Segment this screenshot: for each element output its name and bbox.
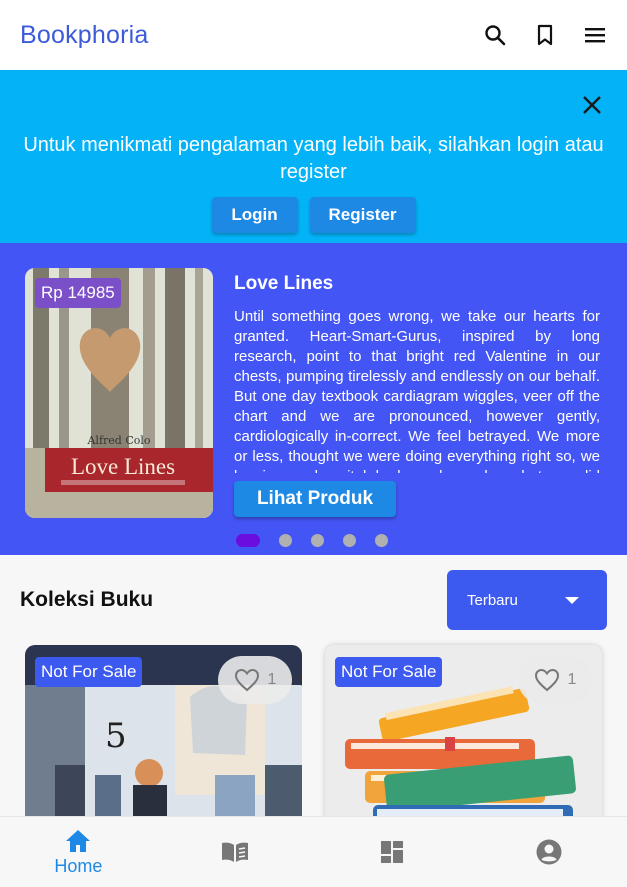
chevron-down-icon bbox=[565, 597, 579, 604]
book-open-icon bbox=[222, 842, 249, 862]
auth-buttons: Login Register bbox=[0, 197, 627, 233]
featured-book-description: Until something goes wrong, we take our … bbox=[234, 308, 600, 473]
sort-dropdown[interactable]: Terbaru bbox=[447, 570, 607, 630]
nav-books[interactable] bbox=[157, 817, 314, 887]
brand-logo[interactable]: Bookphoria bbox=[20, 21, 148, 50]
book-card[interactable]: 5 アベツカサ Not For Sale 1 bbox=[25, 645, 302, 845]
featured-book-title: Love Lines bbox=[234, 273, 334, 294]
book-card[interactable]: Not For Sale 1 bbox=[325, 645, 602, 845]
nav-account[interactable] bbox=[470, 817, 627, 887]
close-icon[interactable] bbox=[581, 94, 603, 116]
carousel-dots bbox=[236, 534, 388, 547]
cover-title: Love Lines bbox=[71, 454, 175, 479]
not-for-sale-badge: Not For Sale bbox=[35, 657, 143, 687]
heart-icon bbox=[234, 668, 259, 692]
app-header: Bookphoria bbox=[0, 0, 627, 70]
sort-value: Terbaru bbox=[467, 591, 518, 609]
login-banner: Untuk menikmati pengalaman yang lebih ba… bbox=[0, 70, 627, 243]
nav-home[interactable]: Home bbox=[0, 817, 157, 887]
account-icon bbox=[536, 839, 562, 865]
carousel-dot-5[interactable] bbox=[375, 534, 388, 547]
login-button[interactable]: Login bbox=[211, 197, 298, 233]
nav-home-label: Home bbox=[54, 855, 103, 876]
view-product-button[interactable]: Lihat Produk bbox=[234, 481, 396, 517]
menu-icon[interactable] bbox=[583, 23, 607, 47]
home-icon bbox=[66, 829, 91, 852]
carousel-dot-3[interactable] bbox=[311, 534, 324, 547]
login-prompt-text: Untuk menikmati pengalaman yang lebih ba… bbox=[23, 134, 604, 183]
price-badge: Rp 14985 bbox=[35, 278, 121, 308]
like-button[interactable]: 1 bbox=[518, 656, 592, 704]
carousel-dot-2[interactable] bbox=[279, 534, 292, 547]
svg-text:5: 5 bbox=[105, 716, 127, 756]
like-button[interactable]: 1 bbox=[218, 656, 292, 704]
like-count: 1 bbox=[267, 671, 277, 688]
bottom-navigation: Home bbox=[0, 816, 627, 887]
featured-book-cover[interactable]: Alfred Colo Love Lines Rp 14985 bbox=[25, 268, 213, 518]
carousel-dot-4[interactable] bbox=[343, 534, 356, 547]
header-actions bbox=[483, 23, 607, 47]
like-count: 1 bbox=[567, 671, 577, 688]
nav-dashboard[interactable] bbox=[314, 817, 471, 887]
cover-author: Alfred Colo bbox=[86, 434, 150, 447]
search-icon[interactable] bbox=[483, 23, 507, 47]
collection-title: Koleksi Buku bbox=[20, 588, 154, 611]
bookmark-icon[interactable] bbox=[533, 23, 557, 47]
featured-carousel: Alfred Colo Love Lines Rp 14985 Love Lin… bbox=[0, 243, 627, 555]
dashboard-icon bbox=[380, 841, 403, 863]
heart-icon bbox=[534, 668, 559, 692]
carousel-dot-1[interactable] bbox=[236, 534, 260, 547]
not-for-sale-badge: Not For Sale bbox=[335, 657, 443, 687]
register-button[interactable]: Register bbox=[309, 197, 416, 233]
